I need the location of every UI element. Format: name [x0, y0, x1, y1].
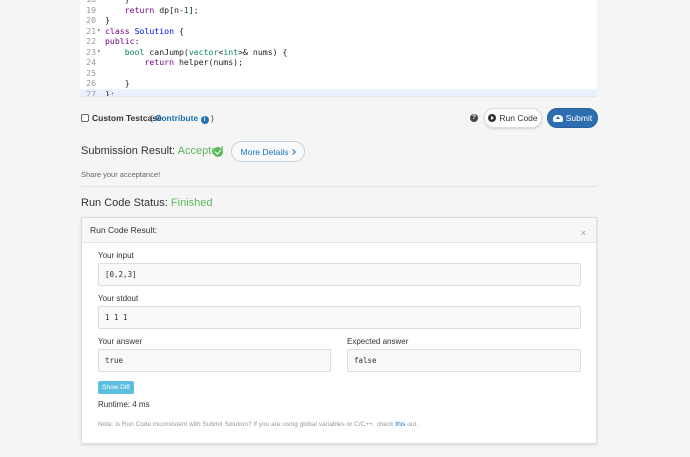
runtime-text: Runtime: 4 ms [98, 400, 150, 409]
contribute-close-paren: ) [210, 113, 214, 123]
code-text: return helper(nums); [144, 57, 244, 67]
code-line[interactable]: 23 ▾ bool canJump(vector<int>& nums) { [80, 47, 597, 58]
code-line[interactable]: 20} [80, 15, 597, 26]
submit-label: Submit [565, 113, 593, 123]
line-number: 21 [86, 25, 96, 36]
contribute-group: ( Contribute i ) [150, 113, 214, 124]
editor-toolbar: Custom Testcase ( Contribute i ) ? Run C… [80, 108, 598, 130]
run-code-status-label: Run Code Status: [81, 197, 168, 209]
your-input-label: Your input [98, 251, 134, 260]
code-line[interactable]: 22 public: [80, 36, 597, 47]
question-circle-icon[interactable]: ? [470, 114, 478, 122]
check-circle-icon [213, 147, 223, 157]
run-code-button[interactable]: Run Code [484, 108, 542, 128]
line-number: 27 [86, 88, 96, 97]
run-code-result-panel: Run Code Result: × Your input [0,2,3] Yo… [81, 217, 597, 444]
fold-arrow-icon[interactable]: ▾ [97, 47, 103, 58]
note-text-end: out. [405, 421, 419, 428]
close-icon[interactable]: × [581, 229, 586, 238]
more-details-label: More Details [240, 146, 289, 157]
contribute-link[interactable]: Contribute [155, 113, 198, 123]
line-number: 23 [86, 46, 96, 57]
cloud-upload-icon [552, 114, 563, 122]
panel-header: Run Code Result: × [82, 218, 596, 243]
code-line[interactable]: 25 [80, 68, 597, 79]
line-number: 19 [86, 4, 96, 15]
code-text: } [105, 78, 130, 88]
your-stdout-field: 1 1 1 [98, 306, 581, 329]
your-answer-field: true [98, 349, 331, 372]
code-text: class Solution { [105, 25, 184, 36]
line-number: 24 [86, 57, 96, 67]
divider [81, 186, 597, 187]
run-code-label: Run Code [499, 113, 538, 123]
your-stdout-label: Your stdout [98, 294, 139, 303]
contribute-open-paren: ( [150, 113, 153, 123]
note-text: Note: is Run Code inconsistent with Subm… [98, 421, 396, 428]
show-diff-button[interactable]: Show Diff [98, 381, 134, 394]
code-text: public: [105, 36, 140, 46]
submission-result: Submission Result: Accepted [81, 145, 223, 157]
code-text: }; [105, 88, 115, 97]
expected-answer-field: false [347, 349, 581, 372]
line-number: 22 [86, 36, 96, 46]
code-line[interactable]: 24 return helper(nums); [80, 57, 597, 68]
custom-testcase-checkbox[interactable] [81, 114, 89, 122]
code-text: return dp[n-1]; [124, 4, 199, 15]
fold-arrow-icon[interactable]: ▾ [97, 26, 103, 37]
submit-button[interactable]: Submit [547, 108, 598, 128]
line-number: 25 [86, 67, 96, 78]
code-line[interactable]: 27}; [80, 88, 597, 97]
run-code-status-value: Finished [170, 197, 213, 209]
run-code-status: Run Code Status: Finished [81, 197, 212, 209]
note-link[interactable]: this [395, 421, 405, 428]
consistency-note: Note: is Run Code inconsistent with Subm… [98, 421, 418, 428]
play-circle-icon [488, 114, 497, 122]
page: 18 }19 return dp[n-1];20}21▾class Soluti… [0, 0, 690, 457]
code-line[interactable]: 19 return dp[n-1]; [80, 5, 597, 16]
code-text: } [105, 15, 110, 25]
line-number: 20 [86, 15, 96, 25]
your-answer-label: Your answer [98, 337, 143, 346]
more-details-button[interactable]: More Details [231, 141, 305, 162]
expected-answer-label: Expected answer [347, 337, 409, 346]
your-input-field: [0,2,3] [98, 263, 581, 286]
chevron-right-icon [290, 148, 297, 155]
panel-title: Run Code Result: [90, 225, 158, 235]
code-line[interactable]: 26 } [80, 78, 597, 89]
submission-result-label: Submission Result: [81, 145, 176, 157]
info-icon[interactable]: i [200, 116, 209, 124]
code-text: bool canJump(vector<int>& nums) { [124, 46, 288, 57]
share-acceptance-text[interactable]: Share your acceptance! [81, 170, 160, 179]
code-line[interactable]: 21 ▾ class Solution { [80, 26, 597, 37]
code-editor[interactable]: 18 }19 return dp[n-1];20}21▾class Soluti… [80, 0, 597, 97]
line-number: 26 [86, 78, 96, 88]
